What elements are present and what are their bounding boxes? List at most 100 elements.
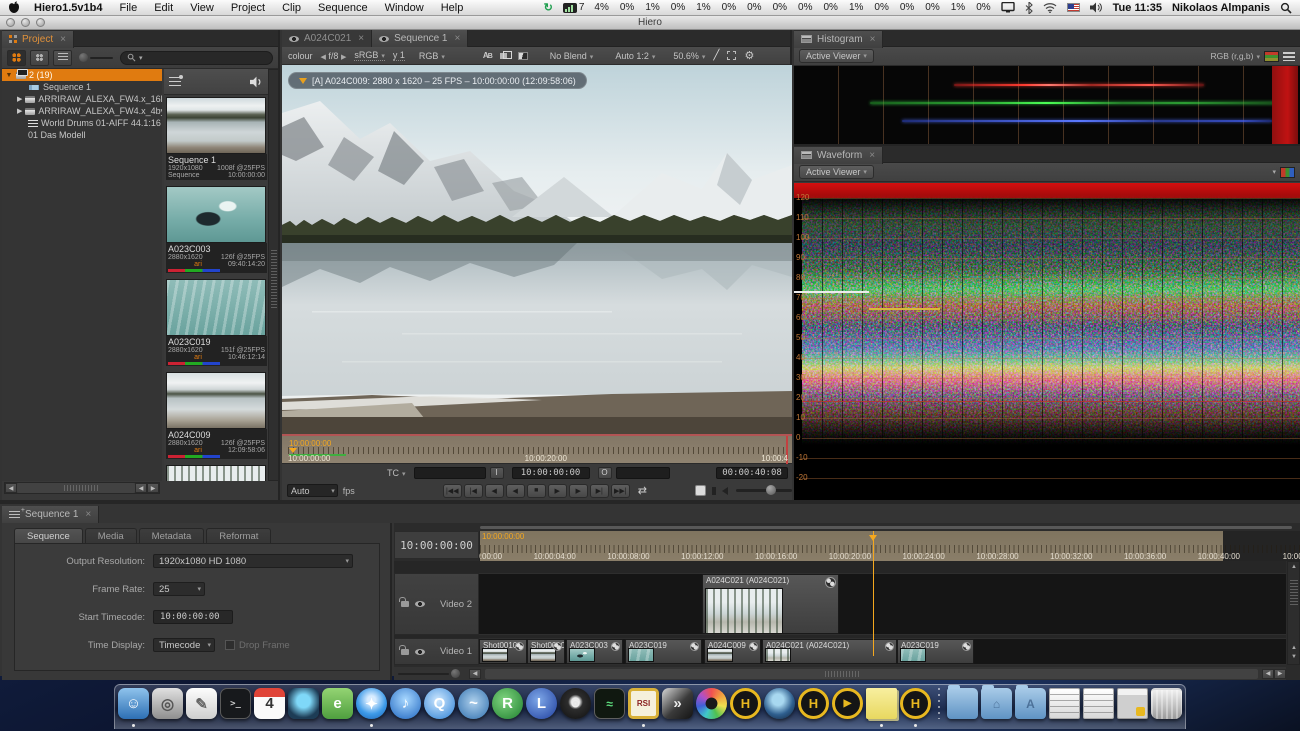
transport-button[interactable]: |◀ <box>464 484 483 498</box>
soft-effect-badge-icon[interactable] <box>885 642 894 651</box>
rsiguard[interactable]: RSI <box>627 687 660 727</box>
input-language-flag-icon[interactable] <box>1067 3 1080 12</box>
bin-item[interactable]: Sequence 1 1920x10801008f @25FPS Sequenc… <box>166 97 267 180</box>
set-out-button[interactable]: O <box>598 467 612 479</box>
scroll-right-icon[interactable]: ▶ <box>147 483 159 493</box>
close-icon[interactable] <box>867 150 875 161</box>
viewer-scrub-bar[interactable]: 10:00:00:00 10:00:00:00 10:00:20:00 10:0… <box>282 436 792 464</box>
viewer-image[interactable] <box>282 65 792 434</box>
tab-waveform[interactable]: Waveform <box>794 147 883 164</box>
tree-item[interactable]: ▶ ARRIRAW_ALEXA_FW4.x_4by3 <box>2 105 162 117</box>
current-timecode-field[interactable]: 10:00:00:00 <box>512 467 590 479</box>
soft-effect-badge-icon[interactable] <box>690 642 699 651</box>
zoom-level-dropdown[interactable]: 50.6% <box>673 51 705 61</box>
tree-item[interactable]: 01 Das Modell <box>2 129 162 141</box>
timeline-playhead[interactable] <box>873 531 874 656</box>
calendar[interactable]: 4 <box>253 687 286 727</box>
expander-icon[interactable]: ▼ <box>5 72 13 79</box>
speaker-icon[interactable] <box>722 487 728 495</box>
timeline-clip[interactable]: A024C021 (A024C021) <box>762 639 897 664</box>
app-green-r[interactable]: R <box>491 687 524 727</box>
track-visible-eye-icon[interactable] <box>415 649 425 655</box>
bin-item[interactable] <box>166 465 267 481</box>
view-small-grid-button[interactable] <box>30 50 49 66</box>
timeline-clip[interactable]: A023C003 <box>566 639 623 664</box>
in-point-field[interactable] <box>414 467 486 479</box>
soft-effect-badge-icon[interactable] <box>749 642 758 651</box>
rgb-parade-icon[interactable] <box>1280 167 1295 178</box>
app-blue-l[interactable]: L <box>525 687 558 727</box>
menu-item[interactable]: Help <box>441 2 464 14</box>
clip-thumbnail[interactable] <box>166 97 266 154</box>
audio-mute-icon[interactable] <box>250 76 264 88</box>
stickies[interactable] <box>865 687 898 727</box>
clip-thumbnail[interactable] <box>166 186 266 243</box>
bin-item[interactable]: A023C003 2880x1620126f @25FPS ari 09:40:… <box>166 186 267 273</box>
soft-effect-badge-icon[interactable] <box>825 577 836 588</box>
transport-button[interactable]: ▶ <box>569 484 588 498</box>
stack-mode-icon[interactable] <box>500 51 510 60</box>
transport-button[interactable]: ■ <box>527 484 546 498</box>
colorspace-dropdown[interactable]: sRGB <box>354 50 385 61</box>
timeline-clip[interactable]: A024C009 <box>704 639 761 664</box>
evernote[interactable]: e <box>321 687 354 727</box>
timeline-clip[interactable]: Shot0010 <box>527 639 565 664</box>
documents-stack-2[interactable] <box>1082 687 1115 727</box>
histogram-source-dropdown[interactable]: Active Viewer <box>799 49 874 63</box>
menu-user-name[interactable]: Nikolaos Almpanis <box>1172 2 1270 14</box>
timeline-zoom-slider[interactable] <box>398 669 460 678</box>
fps-mode-dropdown[interactable]: Auto <box>287 484 338 497</box>
timeline-vertical-scrollbar[interactable]: ▲ ▲▼ <box>1287 561 1300 665</box>
sort-filter-icon[interactable] <box>169 77 181 86</box>
menu-item[interactable]: Sequence <box>318 2 368 14</box>
gauge-widget[interactable]: ⊙ <box>559 687 592 727</box>
bin-scrollbar[interactable] <box>268 69 279 481</box>
timeline-clip[interactable]: A023C019 <box>625 639 702 664</box>
soft-effect-badge-icon[interactable] <box>515 642 524 651</box>
annotation-pen-icon[interactable]: ╱ <box>713 50 719 61</box>
transport-button[interactable]: ▶▶| <box>611 484 630 498</box>
timeline-scroll-indicator[interactable] <box>480 526 1292 529</box>
cpu-meter-icon[interactable]: 7 <box>563 2 585 13</box>
hiero-3[interactable]: H <box>899 687 932 727</box>
openoffice[interactable]: ~ <box>457 687 490 727</box>
close-icon[interactable] <box>453 33 461 44</box>
viewer-settings-gear-icon[interactable]: ⚙ <box>744 49 754 62</box>
tab-sequence-1[interactable]: Sequence 1 <box>2 506 99 523</box>
documents-stack[interactable] <box>1048 687 1081 727</box>
timeline-ruler[interactable]: 10:00:00:00 10:00:00:0010:00:04:0010:00:… <box>479 531 1300 561</box>
wipe-mode-icon[interactable] <box>518 52 528 60</box>
scroll-right-icon[interactable]: ▶ <box>1274 669 1286 679</box>
scroll-left-icon[interactable]: ◀ <box>135 483 147 493</box>
transport-button[interactable]: ◀ <box>485 484 504 498</box>
search-filter-dropdown[interactable]: ▾ <box>139 54 143 62</box>
hiero[interactable]: H <box>729 687 762 727</box>
clip-thumbnail[interactable] <box>166 279 266 336</box>
lock-icon[interactable] <box>401 649 409 655</box>
menu-item[interactable]: Window <box>385 2 424 14</box>
rgb-rows-icon[interactable] <box>1264 51 1279 62</box>
menu-item[interactable]: Clip <box>282 2 301 14</box>
finder[interactable]: ☺ <box>117 687 150 727</box>
hieroplayer[interactable]: ▶ <box>831 687 864 727</box>
separator[interactable] <box>933 687 945 727</box>
scroll-left-icon[interactable]: ◀ <box>5 483 17 493</box>
close-icon[interactable] <box>356 33 364 44</box>
start-timecode-field[interactable]: 10:00:00:00 <box>153 610 233 624</box>
view-list-button[interactable] <box>53 50 72 66</box>
shark[interactable]: » <box>661 687 694 727</box>
apple-menu-icon[interactable] <box>8 1 20 14</box>
scroll-left-icon[interactable]: ◀ <box>469 669 481 679</box>
menu-clock[interactable]: Tue 11:35 <box>1113 2 1162 14</box>
clip-thumbnail[interactable] <box>166 465 266 481</box>
track-video1[interactable]: Shot0010 Shot0010 <box>479 638 1286 665</box>
time-display-dropdown[interactable]: Timecode <box>153 638 215 652</box>
transport-button[interactable]: ▶ <box>548 484 567 498</box>
viewer-info-bar[interactable]: [A] A024C009: 2880 x 1620 – 25 FPS – 10:… <box>288 72 587 89</box>
bin-item[interactable]: A024C009 2880x1620126f @25FPS ari 12:09:… <box>166 372 267 459</box>
viewer-tab[interactable]: Sequence 1 <box>372 30 468 47</box>
audio-enable-checkbox[interactable] <box>695 485 706 496</box>
viewer-playhead[interactable]: 10:00:00:00 <box>289 439 331 453</box>
close-icon[interactable] <box>58 34 66 45</box>
davinci-resolve[interactable] <box>695 687 728 727</box>
